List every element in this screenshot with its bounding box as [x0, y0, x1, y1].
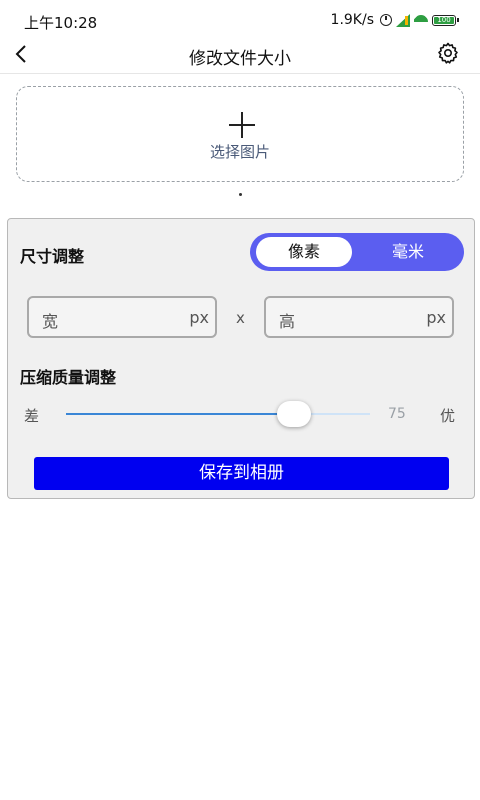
battery-level: 100 [434, 16, 454, 24]
wifi-icon [414, 15, 428, 26]
quality-low-label: 差 [24, 407, 40, 425]
network-speed: 1.9K/s [330, 12, 374, 28]
quality-value: 75 [388, 406, 406, 422]
height-unit: px [426, 308, 446, 327]
resize-settings-panel: 尺寸调整 像素 毫米 宽 px x 高 px 压缩质量调整 差 75 优 保存到… [7, 218, 475, 499]
select-image-label: 选择图片 [209, 143, 270, 161]
unit-toggle: 像素 毫米 [250, 233, 464, 271]
app-header: 修改文件大小 [0, 40, 480, 74]
status-time: 上午10:28 [24, 14, 98, 32]
battery-icon: 100 [432, 14, 459, 26]
cellular-signal-icon [396, 13, 410, 27]
dimension-separator: x [236, 309, 245, 327]
select-image-button[interactable]: 选择图片 [16, 86, 464, 182]
status-indicators: 1.9K/s 100 [330, 12, 459, 28]
quality-slider[interactable] [66, 401, 370, 427]
quality-slider-fill [66, 413, 294, 415]
width-input[interactable]: 宽 px [27, 296, 217, 338]
unit-option-pixel[interactable]: 像素 [256, 237, 352, 267]
size-section-title: 尺寸调整 [20, 247, 85, 266]
divider-dot [239, 193, 242, 196]
unit-option-millimeter[interactable]: 毫米 [360, 237, 456, 267]
width-unit: px [189, 308, 209, 327]
alarm-icon [380, 14, 392, 26]
save-to-album-button[interactable]: 保存到相册 [34, 457, 449, 490]
quality-section-title: 压缩质量调整 [20, 368, 117, 387]
quality-high-label: 优 [440, 407, 456, 425]
status-bar: 上午10:28 1.9K/s 100 [0, 0, 480, 40]
settings-button[interactable] [436, 41, 460, 65]
plus-icon [229, 112, 255, 138]
height-placeholder: 高 [279, 312, 296, 331]
page-title: 修改文件大小 [189, 49, 291, 69]
gear-icon [438, 42, 458, 64]
width-placeholder: 宽 [42, 312, 59, 331]
quality-slider-thumb[interactable] [277, 401, 311, 427]
height-input[interactable]: 高 px [264, 296, 454, 338]
